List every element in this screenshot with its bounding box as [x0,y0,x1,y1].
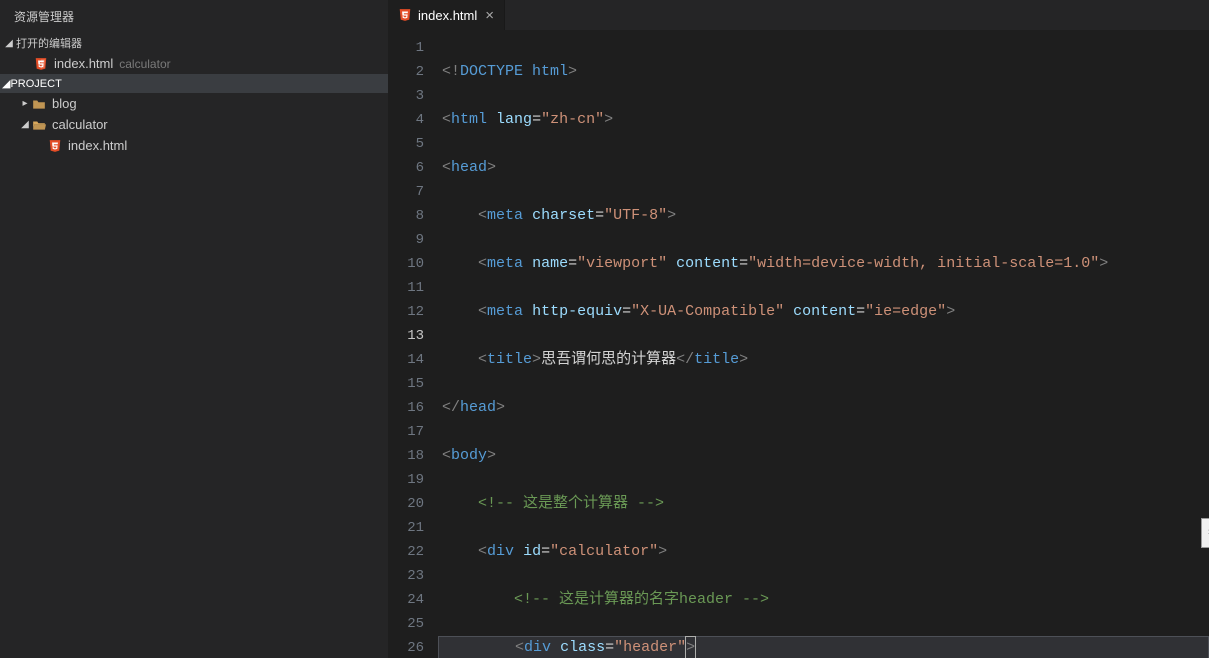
open-editor-file[interactable]: index.html calculator [0,53,388,74]
code-line[interactable]: <meta name="viewport" content="width=dev… [438,252,1209,276]
line-number: 24 [388,588,424,612]
line-number: 18 [388,444,424,468]
line-number: 12 [388,300,424,324]
line-number: 21 [388,516,424,540]
line-number: 10 [388,252,424,276]
code-line[interactable]: <head> [438,156,1209,180]
explorer-sidebar: 资源管理器 ◢ 打开的编辑器 index.html calculator ◢ P… [0,0,388,658]
code-line[interactable]: <!DOCTYPE html> [438,60,1209,84]
editor-area: index.html × 1 2 3 4 5 6 7 8 9 10 11 12 … [388,0,1209,658]
chevron-down-icon: ◢ [18,119,32,130]
code-line[interactable]: <body> [438,444,1209,468]
line-number: 14 [388,348,424,372]
line-number: 25 [388,612,424,636]
tree-folder-calculator[interactable]: ◢ calculator [0,114,388,135]
line-number: 17 [388,420,424,444]
editor-tabs: index.html × [388,0,1209,30]
line-number: 16 [388,396,424,420]
code-line[interactable]: <div id="calculator"> [438,540,1209,564]
code-editor[interactable]: 1 2 3 4 5 6 7 8 9 10 11 12 13 14 15 16 1… [388,30,1209,658]
chevron-down-icon: ◢ [2,38,16,49]
line-number: 2 [388,60,424,84]
code-content[interactable]: <!DOCTYPE html> <html lang="zh-cn"> <hea… [438,30,1209,658]
folder-icon [32,98,46,110]
line-number: 26 [388,636,424,658]
line-number: 19 [388,468,424,492]
code-line[interactable]: </head> [438,396,1209,420]
line-number: 9 [388,228,424,252]
open-editors-label: 打开的编辑器 [16,35,82,51]
code-line[interactable]: <!-- 这是整个计算器 --> [438,492,1209,516]
folder-open-icon [32,119,46,131]
open-editors-header[interactable]: ◢ 打开的编辑器 [0,33,388,53]
chevron-down-icon: ◢ [2,77,10,90]
project-header[interactable]: ◢ PROJECT [0,74,388,93]
code-line[interactable]: <meta charset="UTF-8"> [438,204,1209,228]
line-number: 1 [388,36,424,60]
line-number: 15 [388,372,424,396]
line-number: 13 [388,324,424,348]
open-editor-folder: calculator [119,57,170,71]
html5-icon [34,57,48,71]
line-number: 8 [388,204,424,228]
line-number: 23 [388,564,424,588]
screenshot-tooltip: 截图(Ctrl + NUMPAD4) [1201,518,1209,548]
line-number: 5 [388,132,424,156]
tab-label: index.html [418,8,477,23]
code-line[interactable]: <meta http-equiv="X-UA-Compatible" conte… [438,300,1209,324]
chevron-right-icon: ▸ [18,98,32,109]
html5-icon [48,139,62,153]
code-line[interactable]: <title>思吾谓何思的计算器</title> [438,348,1209,372]
project-label: PROJECT [10,78,61,90]
tree-label: blog [52,96,77,111]
line-number: 7 [388,180,424,204]
line-number: 6 [388,156,424,180]
tree-file-indexhtml[interactable]: index.html [0,135,388,156]
line-number: 20 [388,492,424,516]
line-number: 4 [388,108,424,132]
sidebar-title: 资源管理器 [0,0,388,33]
tree-label: calculator [52,117,108,132]
open-editor-filename: index.html [54,56,113,71]
line-number: 11 [388,276,424,300]
html5-icon [398,8,412,22]
line-number: 22 [388,540,424,564]
line-gutter: 1 2 3 4 5 6 7 8 9 10 11 12 13 14 15 16 1… [388,30,438,658]
line-number: 3 [388,84,424,108]
close-icon[interactable]: × [485,8,494,23]
code-line[interactable]: <html lang="zh-cn"> [438,108,1209,132]
tab-indexhtml[interactable]: index.html × [388,0,505,30]
code-line-current[interactable]: <div class="header"> [438,636,1209,658]
tree-folder-blog[interactable]: ▸ blog [0,93,388,114]
tree-label: index.html [68,138,127,153]
code-line[interactable]: <!-- 这是计算器的名字header --> [438,588,1209,612]
